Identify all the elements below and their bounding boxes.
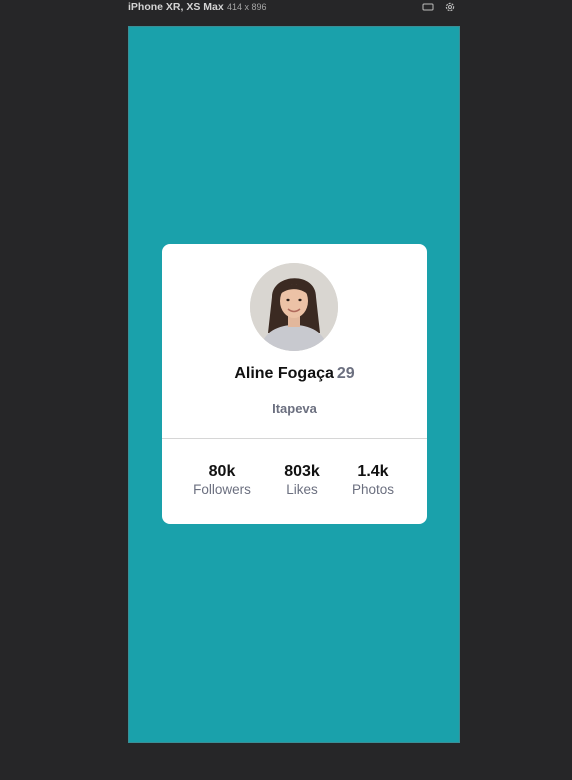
stat-label: Likes <box>286 482 318 497</box>
profile-name: Aline Fogaça <box>234 365 334 382</box>
settings-icon[interactable] <box>444 1 456 13</box>
stat-value: 1.4k <box>357 463 389 480</box>
profile-location: Itapeva <box>272 401 317 416</box>
stat-value: 803k <box>284 463 320 480</box>
stat-label: Photos <box>351 482 395 497</box>
stat-value: 80k <box>208 463 236 480</box>
avatar <box>250 263 338 351</box>
stat-likes: 803k Likes <box>272 463 332 499</box>
device-name[interactable]: iPhone XR, XS Max <box>128 1 224 13</box>
profile-card: Aline Fogaça 29 Itapeva 80k Followers 803… <box>162 244 427 524</box>
device-dimensions: 414 x 896 <box>227 2 267 12</box>
stat-label: Followers <box>193 482 251 497</box>
stat-photos: 1.4k Photos <box>342 463 404 499</box>
profile-age: 29 <box>336 365 355 382</box>
rotate-icon[interactable] <box>422 1 434 13</box>
profile-photo <box>250 263 338 351</box>
stat-followers: 80k Followers <box>184 463 260 499</box>
profile-name-line: Aline Fogaça 29 <box>162 365 427 383</box>
device-viewport: Aline Fogaça 29 Itapeva 80k Followers 803… <box>128 26 460 743</box>
devtools-device-toolbar: iPhone XR, XS Max 414 x 896 <box>0 0 572 16</box>
divider <box>162 438 427 439</box>
profile-stats: 80k Followers 803k Likes 1.4k Photos <box>162 463 427 503</box>
